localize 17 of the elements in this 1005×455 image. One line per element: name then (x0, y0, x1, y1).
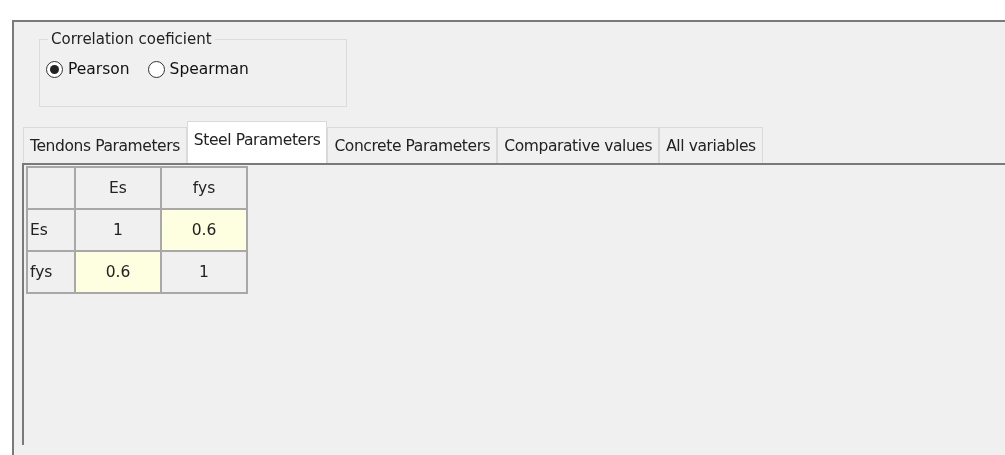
tab[interactable]: Steel Parameters (186, 121, 328, 163)
tab[interactable]: All variables (659, 127, 763, 163)
table-cell: 1 (75, 209, 161, 251)
table-cell: 0.6 (161, 209, 247, 251)
table-cell: 0.6 (75, 251, 161, 293)
row-header: Es (27, 209, 75, 251)
row-header: fys (27, 251, 75, 293)
radio-option[interactable]: Spearman (147, 60, 249, 78)
radio-button[interactable] (46, 60, 63, 78)
tab[interactable]: Tendons Parameters (23, 127, 187, 163)
radio-button[interactable] (147, 60, 165, 78)
tab[interactable]: Comparative values (497, 127, 660, 163)
column-header: Es (75, 167, 161, 209)
tab[interactable]: Concrete Parameters (327, 127, 498, 163)
radio-option[interactable]: Pearson (46, 60, 130, 78)
table-cell: 1 (161, 251, 247, 293)
column-header: fys (161, 167, 247, 209)
